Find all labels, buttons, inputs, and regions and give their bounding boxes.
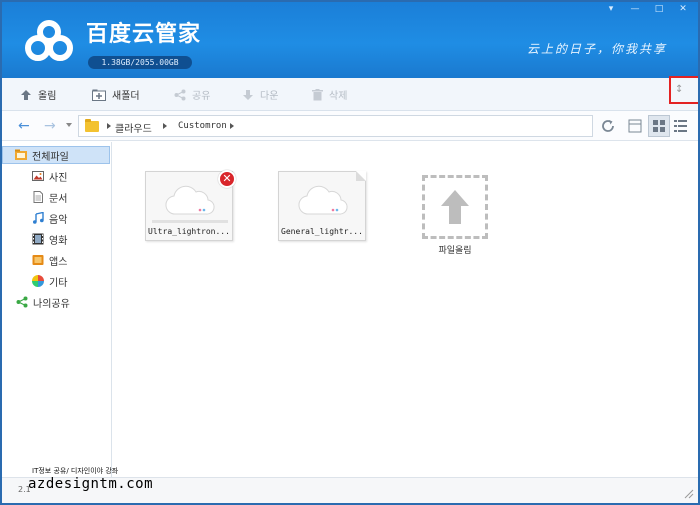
file-grid: Ultra_lightron... ✕ General_lightr... 파일… (113, 142, 698, 477)
storage-quota: 1.38GB/2055.00GB (88, 56, 192, 69)
new-folder-icon (92, 89, 106, 101)
document-icon (33, 191, 43, 203)
sidebar-item-movies[interactable]: 영화 (2, 230, 110, 248)
path-breadcrumb: 클라우드 Customron (78, 115, 593, 137)
download-label: 다운 (260, 91, 279, 102)
sidebar-item-label: 나의공유 (33, 298, 70, 310)
page-corner (356, 171, 366, 181)
file-name: Ultra_lightron... (148, 227, 230, 236)
watermark-site: azdesigntm.com (28, 476, 154, 492)
sidebar-item-photos[interactable]: 사진 (2, 167, 110, 185)
delete-button[interactable]: 삭제 (312, 87, 347, 102)
download-button[interactable]: 다운 (242, 87, 278, 102)
app-header: 百度云管家 1.38GB/2055.00GB 云上的日子，你我共享 ▾ — □ … (2, 2, 698, 78)
file-progress-track (152, 220, 228, 223)
chevron-right-icon[interactable] (230, 123, 234, 129)
menu-icon[interactable]: ▾ (604, 4, 618, 14)
sidebar-item-other[interactable]: 기타 (2, 272, 110, 290)
cloud-file-icon (298, 185, 348, 215)
window-controls: ▾ — □ ✕ (604, 4, 690, 14)
upload-arrow-icon (441, 190, 469, 224)
photo-icon (32, 171, 44, 181)
new-folder-label: 새폴더 (112, 91, 140, 102)
app-window: 百度云管家 1.38GB/2055.00GB 云上的日子，你我共享 ▾ — □ … (0, 0, 700, 505)
chevron-right-icon[interactable] (163, 123, 167, 129)
forward-arrow-icon[interactable]: → (44, 118, 56, 134)
sidebar-item-label: 영화 (49, 235, 68, 247)
grid-icon (653, 120, 665, 132)
list-view-button[interactable] (670, 115, 692, 137)
list-icon (674, 120, 687, 132)
highlighted-toolbar-button[interactable]: ↕ (669, 76, 698, 104)
app-title: 百度云管家 (86, 22, 202, 47)
sidebar-item-label: 앱스 (49, 256, 68, 268)
other-icon (32, 275, 44, 287)
share-icon (174, 89, 186, 100)
close-icon[interactable]: ✕ (676, 4, 690, 14)
share-icon (16, 296, 28, 308)
preview-pane-button[interactable] (624, 115, 646, 137)
minimize-icon[interactable]: — (628, 4, 642, 14)
breadcrumb-cloud[interactable]: 클라우드 (115, 120, 152, 135)
sidebar-item-label: 기타 (49, 277, 68, 289)
sort-icon: ↕ (675, 84, 684, 95)
toolbar: 올림 새폴더 공유 다운 삭제 (2, 78, 698, 111)
delete-label: 삭제 (329, 91, 348, 102)
back-arrow-icon[interactable]: ← (18, 118, 30, 134)
upload-tile-label: 파일올림 (438, 246, 472, 256)
history-dropdown-icon[interactable] (66, 123, 72, 127)
watermark-caption: IT정보 공유/ 디자인이야 강좌 (32, 467, 119, 475)
file-item[interactable]: General_lightr... (278, 171, 366, 241)
sidebar-item-label: 문서 (49, 193, 68, 205)
trash-icon (312, 88, 323, 100)
sidebar-item-all-files[interactable]: 전체파일 (2, 146, 110, 164)
all-files-icon (15, 149, 27, 160)
cloud-file-icon (165, 185, 215, 215)
address-bar: ← → 클라우드 Customron (2, 111, 698, 141)
file-item[interactable]: Ultra_lightron... ✕ (145, 170, 236, 241)
maximize-icon[interactable]: □ (652, 4, 666, 14)
error-badge-icon: ✕ (218, 170, 236, 188)
upload-arrow-icon (21, 89, 31, 100)
breadcrumb-folder[interactable]: Customron (178, 121, 227, 131)
resize-grip-icon[interactable] (684, 489, 694, 499)
upload-button[interactable]: 올림 (20, 87, 56, 102)
download-arrow-icon (243, 89, 253, 100)
sidebar-item-music[interactable]: 음악 (2, 209, 110, 227)
upload-label: 올림 (38, 91, 57, 102)
sidebar-item-documents[interactable]: 문서 (2, 188, 110, 206)
sidebar-item-label: 사진 (49, 172, 68, 184)
file-name: General_lightr... (281, 227, 363, 236)
refresh-icon[interactable] (600, 118, 616, 134)
chevron-right-icon[interactable] (107, 123, 111, 129)
film-icon (32, 233, 44, 245)
folder-icon (85, 119, 99, 132)
share-label: 공유 (192, 91, 211, 102)
new-folder-button[interactable]: 새폴더 (92, 87, 140, 102)
sidebar-item-label: 음악 (49, 214, 68, 226)
sidebar-item-my-shares[interactable]: 나의공유 (2, 293, 110, 311)
panel-icon (628, 119, 642, 133)
sidebar-item-label: 전체파일 (32, 151, 69, 163)
grid-view-button[interactable] (648, 115, 670, 137)
baidu-cloud-logo-icon (25, 20, 73, 61)
sidebar-item-apps[interactable]: 앱스 (2, 251, 110, 269)
slogan: 云上的日子，你我共享 (527, 42, 668, 56)
music-icon (33, 212, 44, 224)
sidebar: 전체파일 사진 문서 음악 영화 앱스 기타 나의공유 (2, 142, 112, 477)
upload-drop-tile[interactable] (422, 175, 488, 239)
share-button[interactable]: 공유 (174, 87, 210, 102)
apps-icon (32, 255, 44, 265)
